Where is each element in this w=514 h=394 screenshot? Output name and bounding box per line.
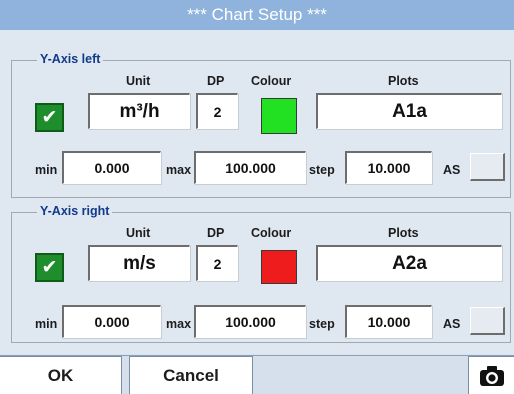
step-field-right[interactable]: 10.000: [345, 305, 432, 338]
plots-header-left: Plots: [388, 74, 419, 88]
camera-icon: [479, 365, 504, 386]
min-label-right: min: [35, 317, 58, 331]
colour-swatch-left[interactable]: [261, 98, 297, 134]
y-axis-right-legend: Y-Axis right: [37, 204, 113, 218]
y-axis-left-enable-checkbox[interactable]: ✔: [35, 103, 64, 132]
unit-field-left[interactable]: m³/h: [88, 93, 190, 129]
screenshot-button[interactable]: [468, 356, 514, 394]
plots-header-right: Plots: [388, 226, 419, 240]
auto-scale-button-left[interactable]: [470, 153, 505, 181]
checkmark-icon: ✔: [41, 257, 58, 278]
step-label-left: step: [309, 163, 335, 177]
as-label-right: AS: [443, 317, 461, 331]
y-axis-right-enable-checkbox[interactable]: ✔: [35, 253, 64, 282]
unit-header-left: Unit: [126, 74, 151, 88]
as-label-left: AS: [443, 163, 461, 177]
y-axis-left-legend: Y-Axis left: [37, 52, 104, 66]
min-label-left: min: [35, 163, 58, 177]
dp-header-right: DP: [207, 226, 225, 240]
plots-field-left[interactable]: A1a: [316, 93, 502, 129]
dp-header-left: DP: [207, 74, 225, 88]
cancel-button[interactable]: Cancel: [129, 356, 253, 394]
min-field-left[interactable]: 0.000: [62, 151, 161, 184]
max-field-left[interactable]: 100.000: [194, 151, 306, 184]
unit-header-right: Unit: [126, 226, 151, 240]
plots-field-right[interactable]: A2a: [316, 245, 502, 281]
step-field-left[interactable]: 10.000: [345, 151, 432, 184]
checkmark-icon: ✔: [41, 107, 58, 128]
colour-swatch-right[interactable]: [261, 250, 297, 284]
step-label-right: step: [309, 317, 335, 331]
unit-field-right[interactable]: m/s: [88, 245, 190, 281]
ok-button[interactable]: OK: [0, 356, 122, 394]
window-title: *** Chart Setup ***: [0, 0, 514, 30]
auto-scale-button-right[interactable]: [470, 307, 505, 335]
colour-header-left: Colour: [251, 74, 292, 88]
colour-header-right: Colour: [251, 226, 292, 240]
dp-field-left[interactable]: 2: [196, 93, 238, 129]
min-field-right[interactable]: 0.000: [62, 305, 161, 338]
max-field-right[interactable]: 100.000: [194, 305, 306, 338]
max-label-left: max: [166, 163, 192, 177]
max-label-right: max: [166, 317, 192, 331]
dp-field-right[interactable]: 2: [196, 245, 238, 281]
